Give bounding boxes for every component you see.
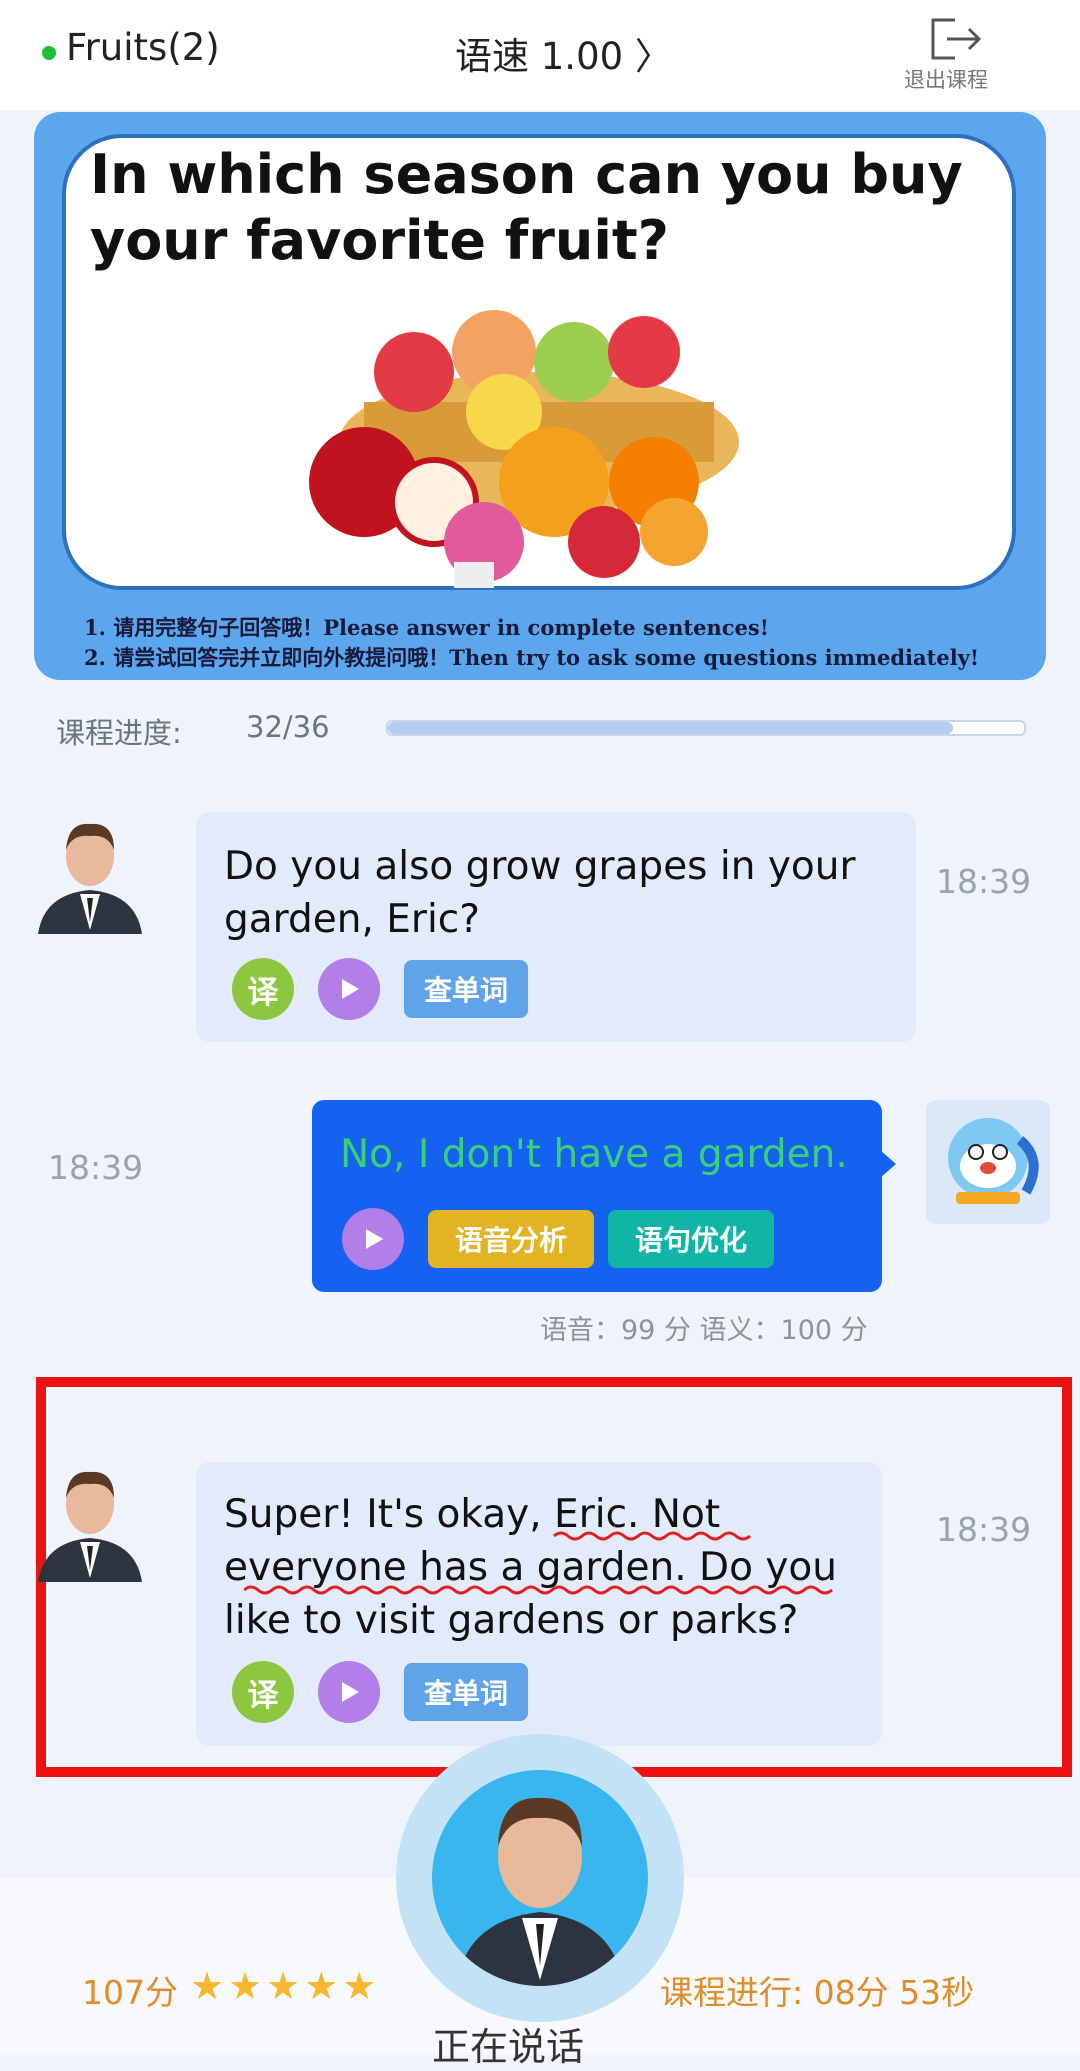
play-audio-button[interactable]: [318, 958, 380, 1020]
teacher-message-line: Do you also grow grapes in your: [224, 844, 856, 889]
speed-selector[interactable]: 语速 1.00 〉: [455, 26, 672, 80]
fruit-basket-illustration: [309, 310, 739, 588]
star-rating: ★★★★★: [190, 1964, 381, 2008]
online-status-dot: [42, 46, 56, 60]
play-audio-button[interactable]: [318, 1661, 380, 1723]
translate-button[interactable]: 译: [232, 958, 294, 1020]
message-time: 18:39: [48, 1148, 144, 1187]
play-icon: [342, 1682, 359, 1702]
course-elapsed-time: 课程进行: 08分 53秒: [660, 1973, 975, 2012]
speaking-status: 正在说话: [432, 2025, 585, 2069]
play-icon: [366, 1229, 383, 1249]
teacher-avatar: [38, 1471, 142, 1582]
progress-label: 课程进度:: [56, 716, 182, 750]
bubble-tail: [880, 1150, 896, 1178]
exit-icon[interactable]: [925, 14, 985, 64]
teacher-portrait: [456, 1797, 624, 1986]
voice-analysis-button[interactable]: 语音分析: [428, 1210, 594, 1268]
message-time: 18:39: [936, 862, 1032, 901]
exit-course-button[interactable]: 退出课程: [904, 64, 988, 94]
message-time: 18:39: [936, 1510, 1032, 1549]
sentence-optimize-button[interactable]: 语句优化: [608, 1210, 774, 1268]
teacher-message-line: garden, Eric?: [224, 897, 480, 942]
play-recording-button[interactable]: [342, 1208, 404, 1270]
teacher-avatar: [38, 823, 142, 934]
course-title: Fruits(2): [66, 26, 220, 69]
banner-question: In which season can you buy your favorit…: [90, 143, 963, 272]
play-icon: [342, 979, 359, 999]
banner-tip-2: 2. 请尝试回答完并立即向外教提问哦！Then try to ask some …: [84, 645, 980, 670]
total-score: 107分: [82, 1973, 178, 2012]
teacher-message-line: like to visit gardens or parks?: [224, 1598, 799, 1643]
lookup-word-button[interactable]: 查单词: [404, 1663, 528, 1721]
grammar-squiggle-underline: [244, 1531, 833, 1595]
student-message-text: No, I don't have a garden.: [340, 1132, 848, 1177]
banner-tip-1: 1. 请用完整句子回答哦！Please answer in complete s…: [84, 615, 769, 640]
lesson-banner: In which season can you buy your favorit…: [34, 112, 1046, 680]
translate-button[interactable]: 译: [232, 1661, 294, 1723]
lookup-word-button[interactable]: 查单词: [404, 960, 528, 1018]
progress-value: 32/36: [246, 710, 330, 744]
teacher-speaking-avatar: [432, 1770, 648, 1986]
progress-bar-fill: [388, 722, 954, 734]
pronunciation-score: 语音：99 分 语义：100 分: [540, 1315, 868, 1346]
student-avatar: [926, 1100, 1050, 1224]
progress-bar: [386, 720, 1026, 736]
